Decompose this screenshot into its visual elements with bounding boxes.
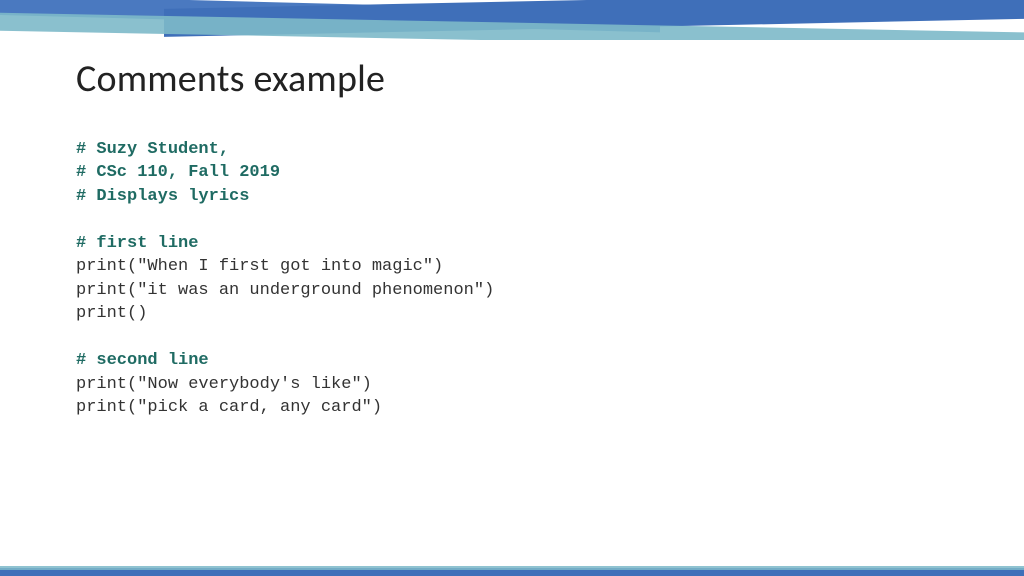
code-line: print("Now everybody's like") [76, 375, 372, 394]
code-comment: # second line [76, 351, 209, 370]
code-comment: # first line [76, 234, 198, 253]
slide-content: Comments example # Suzy Student, # CSc 1… [76, 56, 964, 419]
slide-title: Comments example [76, 56, 964, 102]
slide: Comments example # Suzy Student, # CSc 1… [0, 0, 1024, 576]
code-line: print("it was an underground phenomenon"… [76, 281, 494, 300]
bottom-banner-decoration [0, 568, 1024, 576]
code-comment: # Displays lyrics [76, 187, 249, 206]
code-comment: # CSc 110, Fall 2019 [76, 163, 280, 182]
code-line: print("pick a card, any card") [76, 398, 382, 417]
top-banner-decoration [0, 0, 1024, 40]
code-line: print() [76, 304, 147, 323]
code-line: print("When I first got into magic") [76, 257, 443, 276]
code-block: # Suzy Student, # CSc 110, Fall 2019 # D… [76, 138, 964, 419]
code-comment: # Suzy Student, [76, 140, 229, 159]
